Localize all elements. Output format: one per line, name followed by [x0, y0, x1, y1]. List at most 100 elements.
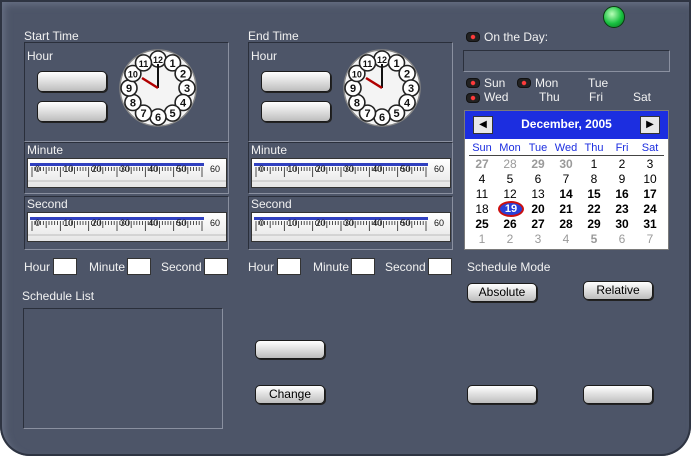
- calendar-day[interactable]: 28: [552, 217, 580, 231]
- ruler-tick-label: 20: [316, 218, 326, 228]
- ruler-tick-label: 30: [120, 164, 130, 174]
- end-minute-slider[interactable]: 0 10 20 30 40 50 60: [251, 158, 451, 188]
- start-second-slider[interactable]: 0 10 20 30 40 50 60: [27, 212, 227, 242]
- calendar-day[interactable]: 13: [524, 187, 552, 201]
- calendar-day[interactable]: 9: [608, 172, 636, 186]
- calendar-day[interactable]: 4: [468, 172, 496, 186]
- calendar-day[interactable]: 22: [580, 202, 608, 216]
- calendar-weekday-header: Wed: [554, 142, 578, 154]
- calendar-day[interactable]: 5: [580, 232, 608, 246]
- ruler-tick-label: 10: [287, 218, 297, 228]
- calendar-day[interactable]: 8: [580, 172, 608, 186]
- calendar-day[interactable]: 24: [636, 202, 664, 216]
- end-second-label: Second: [251, 197, 292, 211]
- tue-label: Tue: [588, 76, 609, 90]
- change-button[interactable]: Change: [255, 385, 325, 404]
- calendar-day[interactable]: 3: [636, 157, 664, 171]
- absolute-button[interactable]: Absolute: [467, 283, 537, 302]
- end-second-slider[interactable]: 0 10 20 30 40 50 60: [251, 212, 451, 242]
- calendar-day[interactable]: 3: [524, 232, 552, 246]
- end-second-field[interactable]: [428, 258, 452, 275]
- calendar-month-title: December, 2005: [521, 117, 612, 131]
- end-hour-up-button[interactable]: [261, 71, 331, 92]
- start-minute-field-label: Minute: [89, 260, 126, 274]
- calendar-day[interactable]: 19: [498, 201, 524, 217]
- start-second-label: Second: [27, 197, 68, 211]
- ruler-tick-label: 50: [401, 218, 411, 228]
- calendar-day[interactable]: 5: [496, 172, 524, 186]
- calendar-day[interactable]: 11: [468, 187, 496, 201]
- end-hour-down-button[interactable]: [261, 101, 331, 122]
- start-clock-icon[interactable]: 12 12 3 45678 9 1011: [118, 48, 198, 128]
- start-second-field[interactable]: [204, 258, 228, 275]
- calendar-day[interactable]: 10: [636, 172, 664, 186]
- calendar-day[interactable]: 7: [552, 172, 580, 186]
- next-month-button[interactable]: ▶: [640, 116, 660, 134]
- ruler-tick-label: 50: [401, 164, 411, 174]
- calendar-day[interactable]: 27: [468, 157, 496, 171]
- end-hour-field[interactable]: [277, 258, 301, 275]
- start-hour-up-button[interactable]: [37, 71, 107, 92]
- ruler-scale: 0 10 20 30 40 50 60: [252, 217, 450, 236]
- start-minute-field[interactable]: [127, 258, 151, 275]
- clock-number: 10: [352, 70, 362, 80]
- calendar-day[interactable]: 7: [636, 232, 664, 246]
- ruler-tick-label: 30: [120, 218, 130, 228]
- ruler-tick-label: 50: [177, 164, 187, 174]
- apply-button[interactable]: [467, 385, 537, 404]
- calendar-day[interactable]: 6: [608, 232, 636, 246]
- calendar-day[interactable]: 16: [608, 187, 636, 201]
- on-the-day-radio[interactable]: [466, 32, 480, 42]
- mon-radio[interactable]: [517, 78, 531, 88]
- calendar-day[interactable]: 31: [636, 217, 664, 231]
- calendar-day[interactable]: 1: [468, 232, 496, 246]
- calendar-day[interactable]: 6: [524, 172, 552, 186]
- add-button[interactable]: [255, 340, 325, 359]
- sun-radio[interactable]: [466, 78, 480, 88]
- clock-number: 12: [153, 55, 163, 65]
- on-the-day-field[interactable]: [463, 50, 670, 72]
- calendar-weekday-header: Sat: [641, 142, 659, 154]
- calendar-header: ◀ December, 2005 ▶: [465, 111, 668, 139]
- end-second-field-label: Second: [385, 260, 426, 274]
- clock-number: 1: [393, 58, 399, 70]
- end-hour-field-label: Hour: [248, 260, 275, 274]
- calendar-day[interactable]: 21: [552, 202, 580, 216]
- ruler-tick-label: 40: [372, 218, 382, 228]
- relative-button[interactable]: Relative: [583, 281, 653, 300]
- calendar-day[interactable]: 20: [524, 202, 552, 216]
- calendar-day[interactable]: 25: [468, 217, 496, 231]
- calendar-day[interactable]: 2: [608, 157, 636, 171]
- calendar-day[interactable]: 14: [552, 187, 580, 201]
- calendar-day[interactable]: 4: [552, 232, 580, 246]
- clock-number: 2: [180, 69, 186, 81]
- end-clock-icon[interactable]: 12 12 3 45678 9 1011: [342, 48, 422, 128]
- on-the-day-label: On the Day:: [484, 30, 549, 44]
- start-hour-down-button[interactable]: [37, 101, 107, 122]
- calendar-day[interactable]: 27: [524, 217, 552, 231]
- cancel-button[interactable]: [583, 385, 653, 404]
- calendar-day[interactable]: 28: [496, 157, 524, 171]
- clock-number: 7: [364, 108, 370, 120]
- start-minute-slider[interactable]: 0 10 20 30 40 50 60: [27, 158, 227, 188]
- calendar-day[interactable]: 30: [552, 157, 580, 171]
- clock-number: 8: [354, 98, 360, 110]
- calendar-day[interactable]: 18: [468, 202, 496, 216]
- ruler-tick-label: 60: [210, 164, 220, 174]
- calendar-day[interactable]: 1: [580, 157, 608, 171]
- calendar-day[interactable]: 29: [580, 217, 608, 231]
- calendar-day[interactable]: 29: [524, 157, 552, 171]
- calendar-day[interactable]: 2: [496, 232, 524, 246]
- calendar-day[interactable]: 26: [496, 217, 524, 231]
- end-minute-field[interactable]: [351, 258, 375, 275]
- calendar-day[interactable]: 17: [636, 187, 664, 201]
- wed-radio[interactable]: [466, 93, 480, 103]
- calendar-day[interactable]: 30: [608, 217, 636, 231]
- calendar-day[interactable]: 23: [608, 202, 636, 216]
- start-hour-field[interactable]: [53, 258, 77, 275]
- clock-number: 3: [184, 83, 190, 95]
- calendar-day[interactable]: 12: [496, 187, 524, 201]
- calendar-day[interactable]: 15: [580, 187, 608, 201]
- schedule-list[interactable]: [23, 308, 223, 429]
- ruler-tick-label: 20: [92, 164, 102, 174]
